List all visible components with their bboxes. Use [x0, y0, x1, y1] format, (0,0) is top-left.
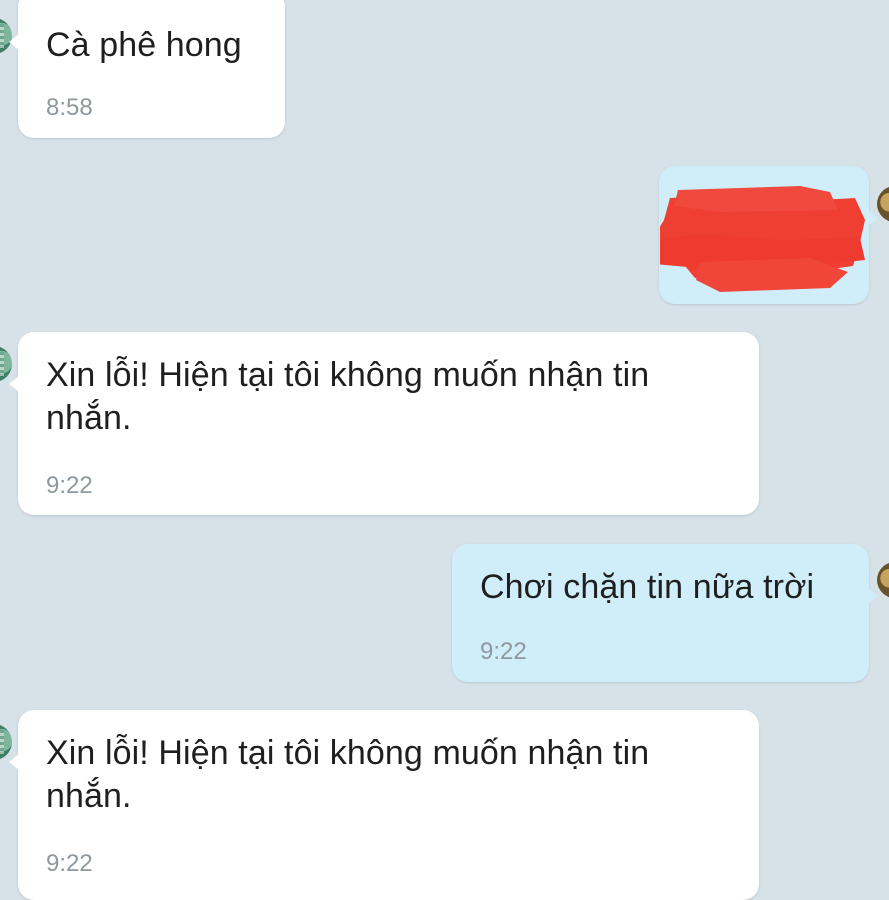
message-timestamp: 9:22	[46, 472, 93, 499]
message-bubble-incoming[interactable]: Xin lỗi! Hiện tại tôi không muốn nhận ti…	[9, 332, 759, 515]
message-bubble-incoming[interactable]: Xin lỗi! Hiện tại tôi không muốn nhận ti…	[9, 710, 759, 900]
chat-view[interactable]: Cà phê hong 8:58 Xin lỗi! Hiện tại tôi k…	[0, 0, 889, 900]
message-timestamp: 8:58	[46, 94, 93, 121]
my-avatar-icon[interactable]	[877, 186, 889, 222]
bubble-tail	[9, 376, 19, 392]
bubble-tail	[9, 754, 19, 770]
bubble-tail	[868, 588, 878, 604]
message-text: Xin lỗi! Hiện tại tôi không muốn nhận ti…	[46, 356, 650, 437]
message-bubble-outgoing[interactable]: Chơi chặn tin nữa trời 9:22	[452, 544, 878, 682]
message-text: Xin lỗi! Hiện tại tôi không muốn nhận ti…	[46, 734, 650, 815]
message-text: Cà phê hong	[46, 26, 242, 64]
message-timestamp: 9:22	[46, 850, 93, 877]
message-timestamp: 9:22	[480, 638, 527, 665]
message-text: Chơi chặn tin nữa trời	[480, 568, 815, 606]
my-avatar-icon[interactable]	[877, 562, 889, 598]
bubble-tail	[9, 34, 19, 50]
message-bubble-incoming[interactable]: Cà phê hong 8:58	[9, 0, 285, 138]
redaction-scribble	[660, 186, 865, 292]
